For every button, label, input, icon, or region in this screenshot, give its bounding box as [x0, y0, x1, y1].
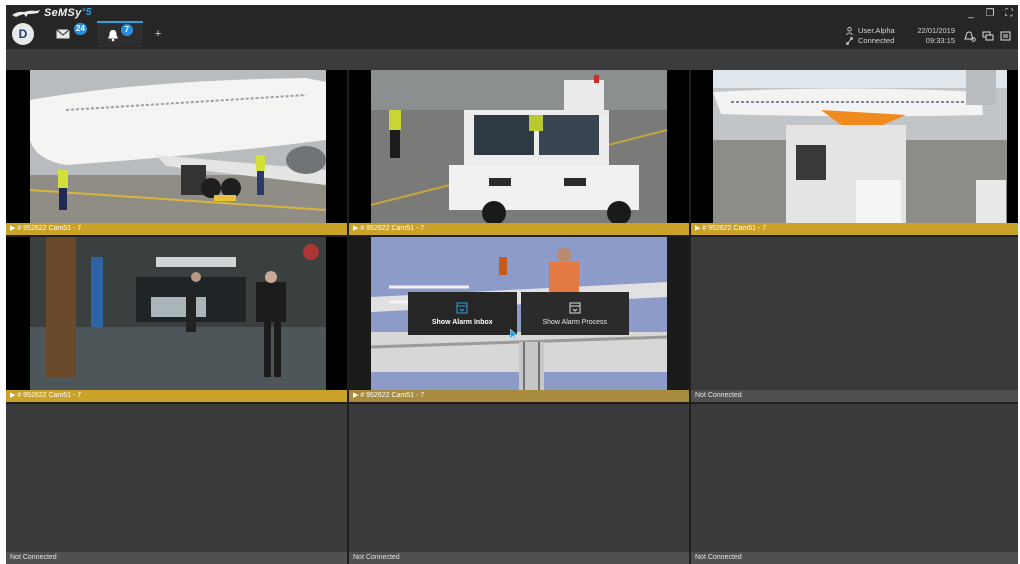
camera-label: ▶ # 952622 Cam51 - 7 [691, 223, 1018, 235]
notes-icon[interactable] [1000, 29, 1011, 47]
current-date: 22/01/2019 [917, 26, 955, 35]
messages-count-badge: 24 [74, 23, 87, 35]
semsy-app-window: SeMSy°5 _ ❐ ⛶ D 24 7 + User.Alpha Connec… [6, 5, 1018, 564]
tab-alarms[interactable]: 7 [96, 21, 143, 47]
title-bar: SeMSy°5 _ ❐ ⛶ D 24 7 + User.Alpha Connec… [6, 5, 1018, 49]
inbox-icon [456, 302, 468, 313]
envelope-icon [56, 29, 70, 39]
tab-bar: D 24 7 + [12, 21, 173, 47]
connection-status: Connected [858, 36, 895, 45]
restore-button[interactable]: ❐ [985, 8, 995, 19]
empty-viewport [349, 404, 689, 552]
mouse-cursor-icon [510, 329, 518, 340]
bell-icon [107, 29, 118, 41]
show-alarm-inbox-button[interactable]: Show Alarm Inbox [408, 292, 517, 335]
camera-label: Not Connected [6, 552, 347, 564]
toolbar-strip [6, 49, 1018, 70]
app-name: SeMSy°5 [44, 7, 92, 19]
date-time: 22/01/2019 09:33:15 [911, 26, 955, 46]
terminal-image [6, 237, 347, 390]
camera-label: Not Connected [691, 390, 1018, 402]
camera-tile-2[interactable]: ▶ # 952622 Cam51 - 7 [349, 70, 689, 235]
camera-tile-7[interactable]: Not Connected [6, 404, 347, 564]
camera-tile-9[interactable]: Not Connected [691, 404, 1018, 564]
minimize-button[interactable]: _ [966, 8, 976, 19]
show-alarm-process-label: Show Alarm Process [542, 318, 608, 326]
camera-label: Not Connected [349, 552, 689, 564]
empty-viewport [691, 404, 1018, 552]
add-tab-button[interactable]: + [143, 28, 173, 40]
camera-tile-6[interactable]: Not Connected [691, 237, 1018, 402]
apron-image [691, 70, 1018, 223]
empty-viewport [691, 237, 1018, 390]
panther-logo-icon [12, 10, 40, 17]
camera-tile-4[interactable]: ▶ # 952622 Cam51 - 7 [6, 237, 347, 402]
tray-icons [964, 29, 1011, 47]
empty-viewport [6, 404, 347, 552]
video-feed [6, 237, 347, 390]
airplane-worker-image [6, 70, 347, 223]
app-logo: SeMSy°5 [12, 6, 92, 20]
camera-label: ▶ # 952622 Cam51 - 7 [6, 390, 347, 402]
link-icon [846, 37, 853, 45]
current-time: 09:33:15 [925, 36, 955, 45]
window-controls: _ ❐ ⛶ [966, 8, 1014, 19]
alarm-context-menu: Show Alarm Inbox Show Alarm Process [408, 292, 629, 335]
video-feed [691, 70, 1018, 223]
fullscreen-button[interactable]: ⛶ [1004, 8, 1014, 19]
video-feed [6, 70, 347, 223]
camera-label: Not Connected [691, 552, 1018, 564]
user-icon [846, 27, 853, 35]
tab-messages[interactable]: 24 [46, 21, 97, 47]
camera-tile-1[interactable]: ▶ # 952622 Cam51 - 7 [6, 70, 347, 235]
tug-vehicle-image [349, 70, 689, 223]
username: User.Alpha [858, 26, 895, 35]
alarm-settings-icon[interactable] [964, 29, 976, 47]
alarms-count-badge: 7 [120, 24, 133, 36]
camera-label: ▶ # 952622 Cam51 - 7 [6, 223, 347, 235]
home-letter: D [18, 27, 28, 41]
camera-tile-8[interactable]: Not Connected [349, 404, 689, 564]
process-icon [569, 302, 581, 313]
show-alarm-inbox-label: Show Alarm Inbox [431, 318, 493, 326]
camera-label: ▶ # 952622 Cam51 - 7 [349, 390, 689, 402]
camera-tile-3[interactable]: ▶ # 952622 Cam51 - 7 [691, 70, 1018, 235]
user-info: User.Alpha Connected [846, 26, 895, 46]
show-alarm-process-button[interactable]: Show Alarm Process [520, 292, 629, 335]
chat-icon[interactable] [982, 29, 994, 47]
camera-label: ▶ # 952622 Cam51 - 7 [349, 223, 689, 235]
video-feed [349, 70, 689, 223]
home-button[interactable]: D [12, 23, 34, 45]
